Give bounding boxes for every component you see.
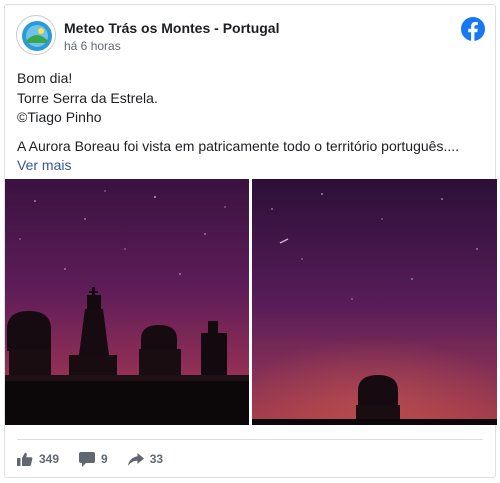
post-message: Bom dia! Torre Serra da Estrela. ©Tiago … bbox=[17, 69, 483, 176]
night-sky-towers-photo[interactable] bbox=[5, 179, 249, 425]
shares-value: 33 bbox=[149, 452, 164, 466]
post-line: ©Tiago Pinho bbox=[17, 109, 102, 125]
comments-value: 9 bbox=[101, 452, 108, 466]
shares-count[interactable]: 33 bbox=[127, 452, 164, 466]
likes-count[interactable]: 349 bbox=[17, 452, 59, 466]
thumbs-up-icon bbox=[17, 452, 33, 466]
see-more-link[interactable]: Ver mais bbox=[17, 156, 483, 176]
facebook-logo-icon[interactable] bbox=[461, 17, 485, 41]
likes-value: 349 bbox=[39, 452, 60, 466]
footer-divider bbox=[17, 439, 483, 440]
post-line: Bom dia! bbox=[17, 70, 73, 86]
facebook-post-card: Meteo Trás os Montes - Portugal há 6 hor… bbox=[4, 4, 497, 478]
post-timestamp[interactable]: há 6 horas bbox=[64, 39, 121, 53]
engagement-bar: 349 9 33 bbox=[17, 449, 183, 469]
page-logo-icon bbox=[18, 17, 55, 54]
comments-count[interactable]: 9 bbox=[79, 451, 108, 467]
page-avatar[interactable] bbox=[16, 15, 56, 55]
post-line: Torre Serra da Estrela. bbox=[17, 89, 158, 106]
post-header: Meteo Trás os Montes - Portugal há 6 hor… bbox=[16, 15, 485, 57]
aurora-sky-dome-photo[interactable] bbox=[252, 179, 497, 425]
comment-icon bbox=[79, 451, 96, 467]
page-name-link[interactable]: Meteo Trás os Montes - Portugal bbox=[64, 20, 279, 36]
share-arrow-icon bbox=[127, 452, 144, 466]
post-excerpt: A Aurora Boreau foi vista em patricament… bbox=[17, 137, 460, 154]
